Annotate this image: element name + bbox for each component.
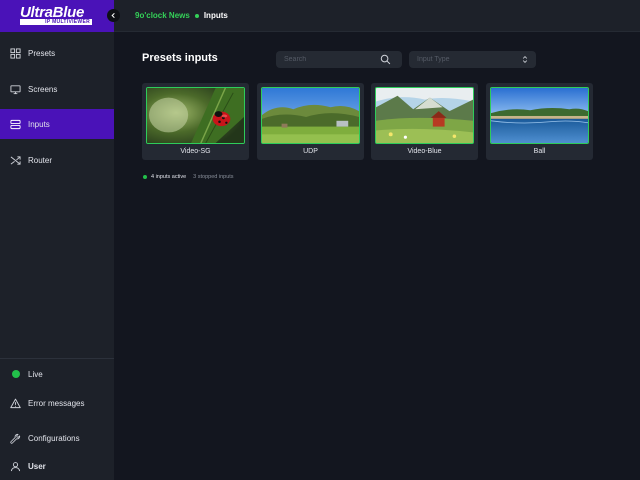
inputs-icon — [10, 119, 21, 130]
input-type-select[interactable]: Input Type — [409, 51, 536, 68]
sidebar: UltraBlue IP MULTIVIEWER Presets Screens… — [0, 0, 114, 480]
logo-title: UltraBlue — [20, 4, 84, 21]
top-bar: 9o'clock News Inputs — [114, 0, 640, 32]
sidebar-item-live[interactable]: Live — [0, 359, 114, 389]
warning-icon — [10, 398, 21, 409]
chevron-updown-icon — [522, 56, 528, 63]
wrench-icon — [10, 433, 21, 444]
page-title: Presets inputs — [142, 52, 218, 64]
sidebar-item-label: Screens — [28, 84, 58, 94]
input-card-video-blue[interactable]: Video-Blue — [371, 83, 478, 160]
sidebar-item-label: Error messages — [28, 398, 85, 408]
chevron-left-icon — [111, 12, 115, 19]
search-icon[interactable] — [380, 54, 391, 65]
sidebar-item-presets[interactable]: Presets — [0, 38, 114, 68]
sidebar-item-configurations[interactable]: Configurations — [0, 423, 114, 453]
sidebar-item-label: Configurations — [28, 433, 80, 443]
grid-icon — [10, 47, 21, 59]
input-card-ball[interactable]: Ball — [486, 83, 593, 160]
breadcrumb-current: Inputs — [203, 11, 228, 20]
inputs-status: 4 inputs active 3 stopped inputs — [143, 174, 234, 180]
input-name: Ball — [533, 148, 546, 155]
sidebar-item-screens[interactable]: Screens — [0, 74, 114, 104]
input-card-video-sg[interactable]: Video-SG — [142, 83, 249, 160]
collapse-sidebar-button[interactable] — [107, 9, 120, 22]
monitor-icon — [10, 84, 21, 95]
active-inputs-count: 4 inputs active — [151, 174, 187, 180]
input-name: UDP — [303, 148, 318, 155]
breadcrumb-separator — [194, 13, 199, 18]
sidebar-item-user[interactable]: User — [0, 451, 114, 480]
sidebar-item-label: Live — [28, 369, 43, 379]
input-thumbnail[interactable] — [490, 87, 589, 144]
search-box — [276, 51, 402, 68]
sidebar-item-label: User — [28, 461, 46, 471]
sidebar-item-label: Router — [28, 155, 53, 165]
sidebar-item-label: Inputs — [28, 119, 50, 129]
logo[interactable]: UltraBlue IP MULTIVIEWER — [0, 0, 114, 32]
input-name: Video-Blue — [407, 148, 442, 155]
input-type-placeholder: Input Type — [417, 56, 450, 63]
logo-subtitle: IP MULTIVIEWER — [20, 19, 92, 25]
input-thumbnail[interactable] — [146, 87, 245, 144]
stopped-inputs-count: 3 stopped inputs — [193, 174, 234, 180]
input-thumbnail[interactable] — [261, 87, 360, 144]
breadcrumb-parent[interactable]: 9o'clock News — [135, 11, 190, 20]
live-status-icon — [10, 369, 21, 380]
input-card-udp[interactable]: UDP — [257, 83, 364, 160]
sidebar-item-router[interactable]: Router — [0, 145, 114, 175]
sidebar-item-error-messages[interactable]: Error messages — [0, 388, 114, 418]
shuffle-icon — [10, 155, 21, 166]
user-icon — [10, 461, 21, 472]
sidebar-item-label: Presets — [28, 48, 56, 58]
sidebar-item-inputs[interactable]: Inputs — [0, 109, 114, 139]
active-status-dot — [143, 175, 147, 179]
search-input[interactable] — [284, 56, 380, 63]
input-thumbnail[interactable] — [375, 87, 474, 144]
breadcrumb: 9o'clock News Inputs — [135, 11, 228, 20]
input-name: Video-SG — [180, 148, 211, 155]
